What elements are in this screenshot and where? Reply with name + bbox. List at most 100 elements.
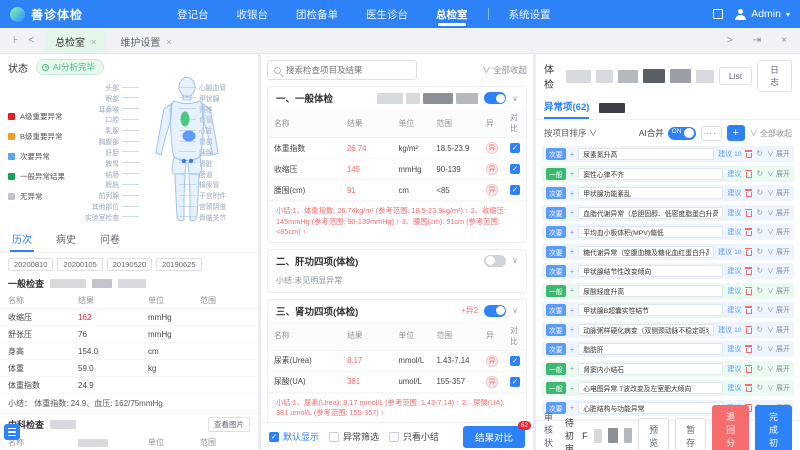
body-part-label[interactable]: 口腔 [64,115,142,123]
abnormal-item-input[interactable] [578,246,714,258]
refresh-icon[interactable]: ↻ [756,248,763,256]
add-icon[interactable]: + [570,169,575,178]
add-icon[interactable]: + [570,306,575,315]
chevron-down-icon[interactable]: ∨ [512,256,518,265]
close-all-icon[interactable]: × [781,35,787,46]
advice-link[interactable]: 建议 10 [718,325,741,335]
delete-icon[interactable] [745,209,752,217]
add-icon[interactable]: + [570,384,575,393]
advice-link[interactable]: 建议 [727,364,741,374]
advice-link[interactable]: 建议 [727,188,741,198]
advice-link[interactable]: 建议 [727,266,741,276]
refresh-icon[interactable]: ↻ [756,267,763,275]
body-part-label[interactable]: 胸腹部 [64,137,142,145]
menu-item-settings[interactable]: 系统设置 [495,0,565,28]
delete-icon[interactable] [745,345,752,353]
abnormal-item-input[interactable] [578,207,723,219]
arrow-left-icon[interactable]: < [28,35,34,46]
section-toggle[interactable] [484,255,506,267]
add-icon[interactable]: + [570,189,575,198]
body-part-label[interactable]: 肝胆 [64,148,142,156]
add-icon[interactable]: + [570,364,575,373]
body-part-label[interactable]: 耳鼻喉 [64,105,142,113]
abnormal-item-input[interactable] [578,382,723,394]
ai-merge-toggle[interactable]: ON [668,127,696,140]
add-icon[interactable]: + [570,403,575,412]
checkbox-abnormal-filter[interactable]: ✓异常筛选 [329,430,379,443]
refresh-icon[interactable]: ↻ [756,170,763,178]
menu-item-registration[interactable]: 登记台 [163,0,223,28]
tab-general-check[interactable]: 总检室× [45,30,106,53]
body-part-label[interactable]: 眼部 [64,94,142,102]
delete-icon[interactable] [745,228,752,236]
refresh-icon[interactable]: ↻ [756,365,763,373]
abnormal-item-input[interactable] [578,168,723,180]
body-part-label[interactable]: 头部 [64,83,142,91]
expand-link[interactable]: ∨ 展开 [767,344,790,354]
body-part-label[interactable]: 膀胱 [64,180,142,188]
section-toggle[interactable] [484,305,506,317]
compare-checkbox[interactable]: ✓ [510,356,520,366]
refresh-icon[interactable]: ↻ [756,345,763,353]
expand-right-icon[interactable]: ⇥ [753,35,761,46]
list-view-button[interactable]: List [719,67,752,85]
advice-link[interactable]: 建议 [727,286,741,296]
add-icon[interactable]: + [570,325,575,334]
more-options-button[interactable]: ··· [701,126,722,141]
add-icon[interactable]: + [570,345,575,354]
checkbox-default-display[interactable]: ✓默认显示 [269,430,319,443]
add-icon[interactable]: + [570,286,575,295]
collapse-all-link[interactable]: ∨ 全部收起 [750,128,792,139]
abnormal-item-input[interactable] [578,187,723,199]
expand-link[interactable]: ∨ 展开 [767,149,790,159]
chevron-down-icon[interactable]: ∨ [512,94,518,103]
log-button[interactable]: 日志 [757,60,792,92]
refresh-icon[interactable]: ↻ [756,189,763,197]
refresh-icon[interactable]: ↻ [756,384,763,392]
section-toggle[interactable] [484,92,506,104]
advice-link[interactable]: 建议 [727,344,741,354]
add-icon[interactable]: + [570,267,575,276]
add-icon[interactable]: + [570,150,575,159]
delete-icon[interactable] [745,189,752,197]
delete-icon[interactable] [745,150,752,158]
abnormal-item-input[interactable] [578,226,723,238]
advice-link[interactable]: 建议 [727,305,741,315]
add-icon[interactable]: + [570,247,575,256]
arrow-right-icon[interactable]: > [727,35,733,46]
search-input[interactable] [286,65,410,75]
compare-checkbox[interactable]: ✓ [510,143,520,153]
refresh-icon[interactable]: ↻ [756,326,763,334]
expand-link[interactable]: ∨ 展开 [767,188,790,198]
refresh-icon[interactable]: ↻ [756,228,763,236]
collapse-left-icon[interactable]: ⊦ [13,35,18,46]
return-analysis-button[interactable]: 退回分析 [712,405,749,450]
add-icon[interactable]: + [570,228,575,237]
expand-link[interactable]: ∨ 展开 [767,383,790,393]
abnormal-item-input[interactable] [578,285,723,297]
tab-maintenance[interactable]: 维护设置× [110,30,181,53]
expand-link[interactable]: ∨ 展开 [767,169,790,179]
body-part-label[interactable]: 脾胃 [64,159,142,167]
abnormal-item-input[interactable] [578,265,723,277]
compare-checkbox[interactable]: ✓ [510,164,520,174]
abnormal-item-input[interactable] [578,363,723,375]
advice-link[interactable]: 建议 [727,208,741,218]
delete-icon[interactable] [745,306,752,314]
advice-link[interactable]: 建议 [727,227,741,237]
view-image-button[interactable]: 查看图片 [208,417,250,432]
expand-link[interactable]: ∨ 展开 [767,227,790,237]
body-part-label[interactable]: 结肠 [64,170,142,178]
search-box[interactable] [267,60,417,80]
body-part-label[interactable]: 其他部位 [64,202,142,210]
date-chip[interactable]: 20190625 [156,258,201,271]
close-icon[interactable]: × [166,37,171,47]
abnormal-item-input[interactable] [578,148,714,160]
expand-link[interactable]: ∨ 展开 [767,364,790,374]
finish-review-button[interactable]: 完成初审 [755,405,792,450]
compare-results-button[interactable]: 结果对比62 [463,426,525,448]
abnormal-item-input[interactable] [578,343,723,355]
fullscreen-icon[interactable] [713,9,723,19]
expand-link[interactable]: ∨ 展开 [767,325,790,335]
date-chip[interactable]: 20200105 [57,258,102,271]
